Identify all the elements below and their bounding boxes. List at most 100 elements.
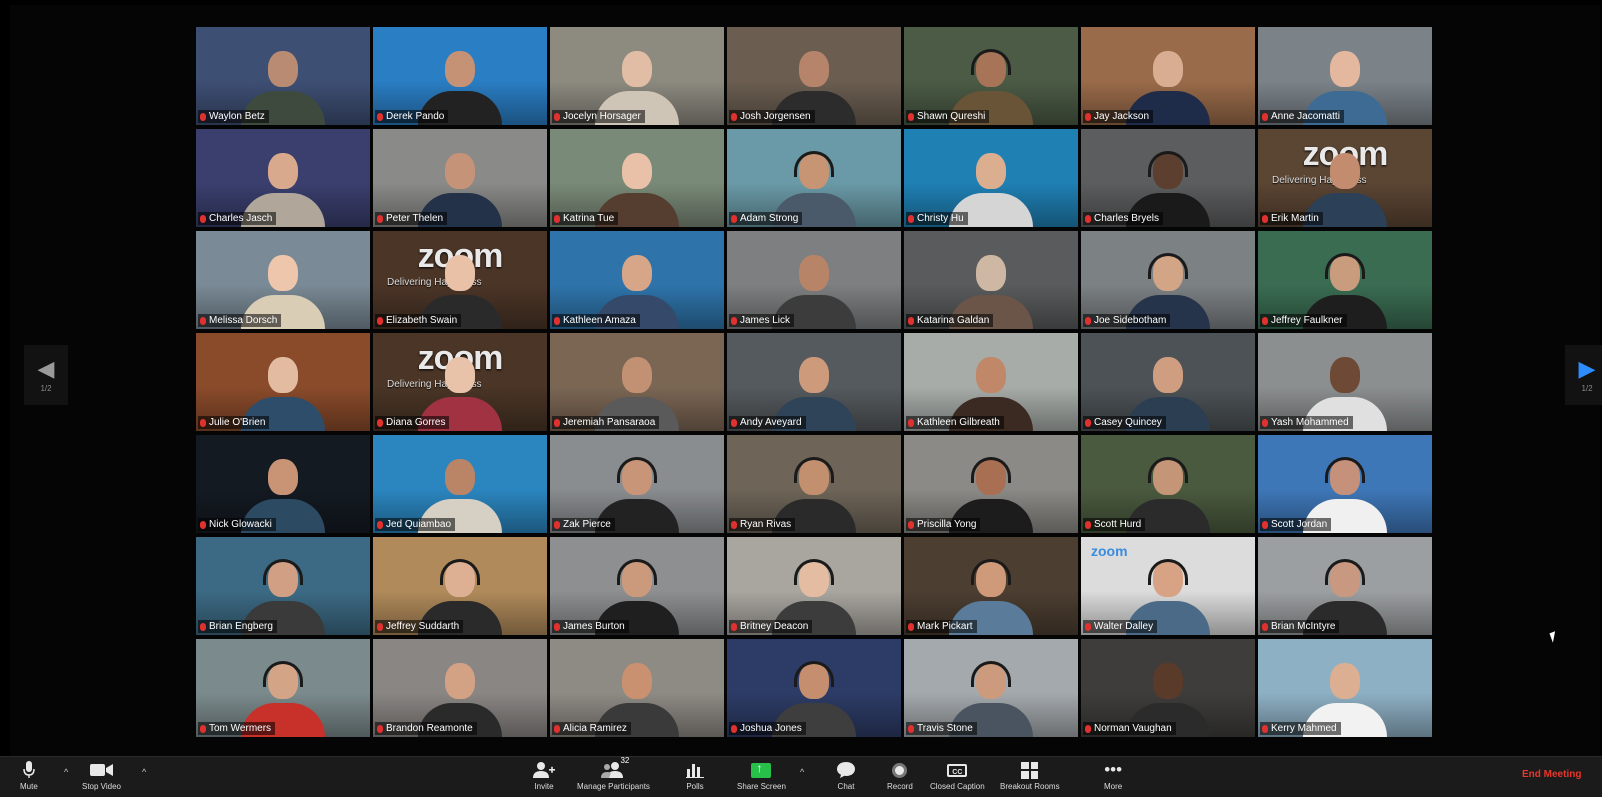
end-meeting-button[interactable]: End Meeting	[1522, 769, 1581, 780]
participant-video-tile[interactable]: Katrina Tue	[550, 129, 724, 227]
participant-video-tile[interactable]: Jeffrey Faulkner	[1258, 231, 1432, 329]
participant-name-label: Adam Strong	[729, 212, 803, 225]
muted-microphone-icon	[731, 418, 737, 427]
participant-head	[268, 152, 298, 189]
participant-name: Brandon Reamonte	[386, 723, 473, 734]
participant-video-tile[interactable]: Joe Sidebotham	[1081, 231, 1255, 329]
participant-video-tile[interactable]: Jed Quiambao	[373, 435, 547, 533]
participant-video-tile[interactable]: James Burton	[550, 537, 724, 635]
participant-video-tile[interactable]: Zak Pierce	[550, 435, 724, 533]
muted-microphone-icon	[1262, 112, 1268, 121]
participant-video-tile[interactable]: zoomDelivering HappinessErik Martin	[1258, 129, 1432, 227]
muted-microphone-icon	[200, 520, 206, 529]
participant-video-tile[interactable]: Alicia Ramirez	[550, 639, 724, 737]
participant-video-tile[interactable]: Ryan Rivas	[727, 435, 901, 533]
participant-video-tile-active-speaker[interactable]: Derek Pando	[373, 27, 547, 125]
participant-video-tile[interactable]: Jocelyn Horsager	[550, 27, 724, 125]
participant-video-tile[interactable]: zoom Walter Dalley	[1081, 537, 1255, 635]
muted-microphone-icon	[1262, 724, 1268, 733]
participant-video-tile[interactable]: Charles Jasch	[196, 129, 370, 227]
participant-name-label: Jeffrey Faulkner	[1260, 314, 1347, 327]
participant-video-tile[interactable]: Kathleen Gilbreath	[904, 333, 1078, 431]
participant-video-tile[interactable]: Anne Jacomatti	[1258, 27, 1432, 125]
participant-video-tile[interactable]: Julie O'Brien	[196, 333, 370, 431]
participant-name: Erik Martin	[1271, 213, 1319, 224]
closed-caption-button[interactable]: CC Closed Caption	[930, 759, 985, 791]
participant-name: Diana Gorres	[386, 417, 446, 428]
participant-head	[799, 254, 829, 291]
previous-page-button[interactable]: ◀ 1/2	[24, 345, 68, 405]
participant-video-tile[interactable]: Jay Jackson	[1081, 27, 1255, 125]
participant-video-tile[interactable]: Melissa Dorsch	[196, 231, 370, 329]
participant-head	[268, 356, 298, 393]
muted-microphone-icon	[554, 520, 560, 529]
participant-video-tile[interactable]: Priscilla Yong	[904, 435, 1078, 533]
participant-video-tile[interactable]: Peter Thelen	[373, 129, 547, 227]
muted-microphone-icon	[200, 418, 206, 427]
video-options-caret-icon[interactable]: ^	[142, 767, 146, 777]
participant-head	[799, 50, 829, 87]
invite-button[interactable]: Invite	[533, 759, 555, 791]
participant-video-tile[interactable]: zoomDelivering HappinessDiana Gorres	[373, 333, 547, 431]
muted-microphone-icon	[554, 418, 560, 427]
participant-video-tile[interactable]: Brian Engberg	[196, 537, 370, 635]
participant-video-tile[interactable]: Jeffrey Suddarth	[373, 537, 547, 635]
participant-name: Mark Pickart	[917, 621, 973, 632]
participant-name: Alicia Ramirez	[563, 723, 627, 734]
participant-video-tile[interactable]: Brian McIntyre	[1258, 537, 1432, 635]
participant-name: Elizabeth Swain	[386, 315, 458, 326]
breakout-rooms-button[interactable]: Breakout Rooms	[1000, 759, 1060, 791]
participant-name: Tom Wermers	[209, 723, 272, 734]
participant-video-tile[interactable]: Kathleen Amaza	[550, 231, 724, 329]
share-options-caret-icon[interactable]: ^	[800, 767, 804, 777]
muted-microphone-icon	[377, 214, 383, 223]
participant-name: Adam Strong	[740, 213, 799, 224]
mute-options-caret-icon[interactable]: ^	[64, 767, 68, 777]
participant-video-tile[interactable]: Casey Quincey	[1081, 333, 1255, 431]
participant-name: Jeffrey Suddarth	[386, 621, 460, 632]
participant-head	[268, 50, 298, 87]
participant-video-tile[interactable]: Nick Glowacki	[196, 435, 370, 533]
participant-video-tile[interactable]: Adam Strong	[727, 129, 901, 227]
participant-video-tile[interactable]: Yash Mohammed	[1258, 333, 1432, 431]
participant-name-label: Jeffrey Suddarth	[375, 620, 464, 633]
participant-video-tile[interactable]: Andy Aveyard	[727, 333, 901, 431]
participant-video-tile[interactable]: Jeremiah Pansaraoa	[550, 333, 724, 431]
participant-video-tile[interactable]: Shawn Qureshi	[904, 27, 1078, 125]
participant-video-tile[interactable]: Mark Pickart	[904, 537, 1078, 635]
participant-video-tile[interactable]: Katarina Galdan	[904, 231, 1078, 329]
participant-video-tile[interactable]: Scott Hurd	[1081, 435, 1255, 533]
participant-video-tile[interactable]: Travis Stone	[904, 639, 1078, 737]
chat-button[interactable]: Chat	[836, 759, 856, 791]
muted-microphone-icon	[377, 418, 383, 427]
participant-video-tile[interactable]: Christy Hu	[904, 129, 1078, 227]
participant-video-tile[interactable]: Waylon Betz	[196, 27, 370, 125]
participant-video-tile[interactable]: Charles Bryels	[1081, 129, 1255, 227]
participant-video-tile[interactable]: Scott Jordan	[1258, 435, 1432, 533]
more-button[interactable]: ••• More	[1104, 759, 1122, 791]
microphone-icon	[23, 759, 35, 781]
participant-video-tile[interactable]: Josh Jorgensen	[727, 27, 901, 125]
participant-video-tile[interactable]: zoomDelivering HappinessElizabeth Swain	[373, 231, 547, 329]
more-dots-icon: •••	[1104, 760, 1123, 779]
participant-head	[1330, 50, 1360, 87]
participant-video-tile[interactable]: Britney Deacon	[727, 537, 901, 635]
share-screen-button[interactable]: Share Screen	[737, 759, 786, 792]
participant-video-tile[interactable]: James Lick	[727, 231, 901, 329]
record-button[interactable]: Record	[887, 759, 913, 791]
muted-microphone-icon	[200, 622, 206, 631]
next-page-button[interactable]: ▶ 1/2	[1565, 345, 1602, 405]
mute-button[interactable]: Mute	[20, 759, 38, 791]
participant-video-tile[interactable]: Joshua Jones	[727, 639, 901, 737]
manage-participants-button[interactable]: 32 Manage Participants	[577, 756, 650, 791]
participant-video-tile[interactable]: Kerry Mahmed	[1258, 639, 1432, 737]
participant-video-tile[interactable]: Norman Vaughan	[1081, 639, 1255, 737]
participant-name-label: Diana Gorres	[375, 416, 450, 429]
muted-microphone-icon	[1085, 214, 1091, 223]
participant-video-tile[interactable]: Tom Wermers	[196, 639, 370, 737]
polls-button[interactable]: Polls	[686, 759, 704, 791]
participant-name: Anne Jacomatti	[1271, 111, 1340, 122]
participant-name-label: Norman Vaughan	[1083, 722, 1176, 735]
stop-video-button[interactable]: Stop Video	[82, 759, 121, 791]
participant-video-tile[interactable]: Brandon Reamonte	[373, 639, 547, 737]
